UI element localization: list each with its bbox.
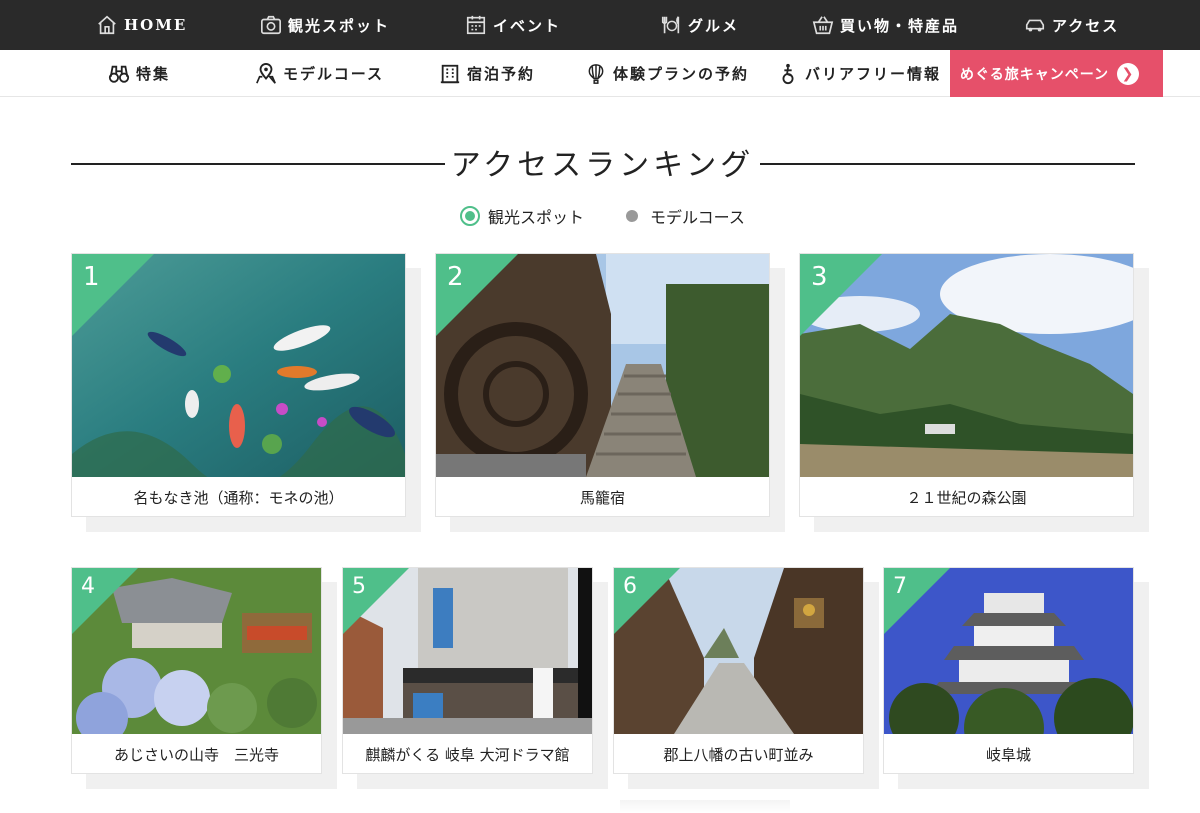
nav-barrier-free-label: バリアフリー情報 [805,65,942,83]
nav-event[interactable]: イベント [465,0,561,50]
rank-number: 5 [352,574,366,599]
rank-number: 4 [81,574,95,599]
nav-feature-label: 特集 [136,65,171,83]
title-rule-right [760,163,1135,165]
nav-model-course-label: モデルコース [283,65,384,83]
ranking-card-3[interactable]: 3 ２１世紀の森公園 [799,253,1134,517]
rank-number: 2 [447,262,464,292]
radio-unselected-icon [626,210,638,222]
ranking-card-2[interactable]: 2 馬籠宿 [435,253,770,517]
section-title: アクセスランキング [450,148,755,183]
spot-name: 岐阜城 [985,746,1031,764]
campaign-button[interactable]: めぐる旅キャンペーン ❯ [950,50,1163,97]
nav-shopping[interactable]: 買い物・特産品 [812,0,959,50]
arrow-right-icon: ❯ [1117,62,1140,85]
radio-selected-icon [460,206,480,226]
nav-barrier-free[interactable]: バリアフリー情報 [777,50,941,97]
house-icon [98,15,116,35]
ranking-card-6[interactable]: 6 郡上八幡の古い町並み [613,567,864,774]
nav-experience[interactable]: 体験プランの予約 [585,50,749,97]
toggle-model-course[interactable]: モデルコース [622,204,745,228]
ranking-card-5[interactable]: 5 麒麟がくる 岐阜 大河ドラマ館 [342,567,593,774]
calendar-icon [466,15,486,35]
basket-icon [812,16,834,35]
car-icon [1025,19,1045,32]
rank-number: 6 [623,574,637,599]
nav-model-course[interactable]: モデルコース [255,50,384,97]
nav-lodging-label: 宿泊予約 [467,65,536,83]
binoculars-icon [108,65,130,83]
title-rule-left [71,163,445,165]
camera-icon [261,15,281,35]
nav-home-label: HOME [124,16,188,34]
spot-name: 郡上八幡の古い町並み [663,746,814,764]
toggle-sightseeing-label: 観光スポット [488,208,585,227]
nav-shopping-label: 買い物・特産品 [840,16,960,35]
nav-access[interactable]: アクセス [1024,0,1119,50]
ranking-card-1[interactable]: 1 名もなき池（通称：モネの池） [71,253,406,517]
spot-name: 名もなき池（通称：モネの池） [133,489,344,507]
toggle-sightseeing[interactable]: 観光スポット [460,204,584,228]
nav-feature[interactable]: 特集 [108,50,170,97]
nav-home[interactable]: HOME [96,0,187,50]
nav-sightseeing-label: 観光スポット [288,16,391,35]
rank-number: 3 [811,262,828,292]
ranking-card-7[interactable]: 7 岐阜城 [883,567,1134,774]
wheelchair-icon [782,63,794,84]
spot-name: 馬籠宿 [579,489,625,507]
nav-event-label: イベント [493,16,562,35]
cutlery-icon [661,16,680,34]
nav-sightseeing[interactable]: 観光スポット [260,0,390,50]
spot-name: あじさいの山寺 三光寺 [113,746,279,764]
spot-name: ２１世紀の森公園 [906,489,1027,507]
building-icon [440,64,460,83]
rank-number: 1 [83,262,100,292]
nav-experience-label: 体験プランの予約 [613,65,750,83]
rank-number: 7 [893,574,907,599]
nav-access-label: アクセス [1052,16,1120,35]
balloon-icon [588,63,604,84]
toggle-model-course-label: モデルコース [650,208,745,227]
page-fade [620,800,790,813]
ranking-card-4[interactable]: 4 あじさいの山寺 三光寺 [71,567,322,774]
nav-lodging[interactable]: 宿泊予約 [439,50,535,97]
nav-gourmet[interactable]: グルメ [660,0,739,50]
spot-name: 麒麟がくる 岐阜 大河ドラマ館 [365,746,570,764]
nav-gourmet-label: グルメ [688,16,740,35]
campaign-label: めぐる旅キャンペーン [960,66,1110,83]
map-pin-icon [256,62,276,84]
top-navigation: HOME 観光スポット イベント グルメ 買い物・特産品 アクセス [0,0,1200,50]
